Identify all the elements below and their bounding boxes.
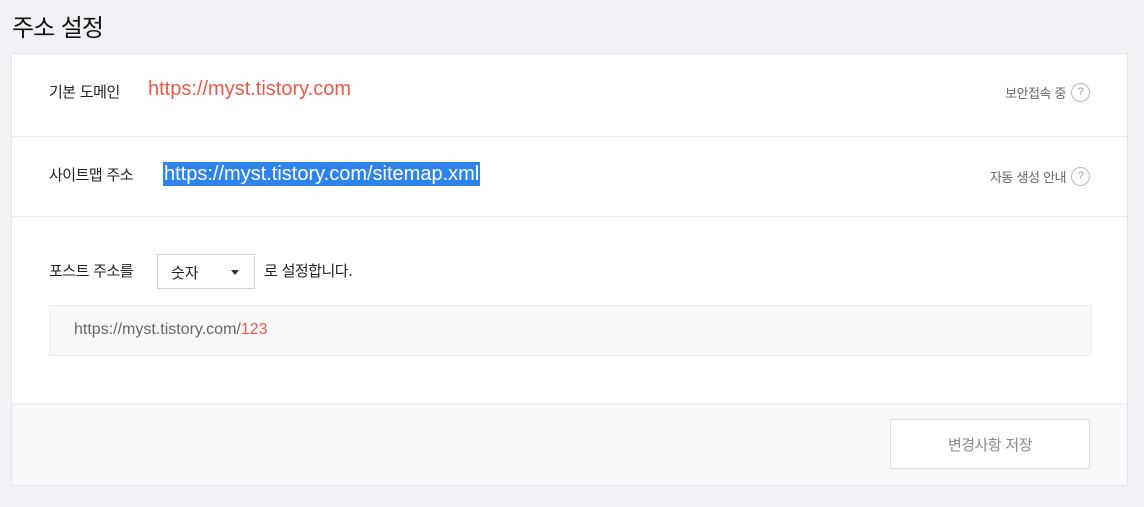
select-value: 숫자 [171, 264, 199, 282]
help-icon[interactable]: ? [1071, 167, 1090, 186]
panel-footer: 변경사항 저장 [12, 403, 1127, 485]
domain-link[interactable]: https://myst.tistory.com [148, 78, 351, 101]
save-button[interactable]: 변경사항 저장 [890, 419, 1090, 469]
caret-down-icon [231, 270, 239, 275]
secure-connection-text: 보안접속 중 [1005, 87, 1066, 102]
preview-base: https://myst.tistory.com/ [74, 321, 241, 338]
sitemap-label: 사이트맵 주소 [49, 166, 134, 184]
page-title: 주소 설정 [12, 14, 104, 42]
post-address-select[interactable]: 숫자 [157, 254, 255, 289]
auto-generate-note: 자동 생성 안내 ? [990, 167, 1090, 186]
sitemap-url[interactable]: https://myst.tistory.com/sitemap.xml [163, 162, 481, 186]
domain-label: 기본 도메인 [49, 83, 120, 101]
post-address-suffix: 로 설정합니다. [264, 262, 353, 280]
auto-generate-text: 자동 생성 안내 [989, 171, 1067, 186]
preview-number: 123 [240, 321, 268, 338]
secure-connection-note: 보안접속 중 ? [1005, 83, 1090, 102]
address-preview: https://myst.tistory.com/123 [49, 305, 1092, 356]
post-address-label: 포스트 주소를 [49, 262, 134, 280]
help-icon[interactable]: ? [1071, 83, 1090, 102]
preview-url: https://myst.tistory.com/123 [74, 321, 268, 339]
settings-panel: 기본 도메인 https://myst.tistory.com 보안접속 중 ?… [11, 53, 1128, 486]
